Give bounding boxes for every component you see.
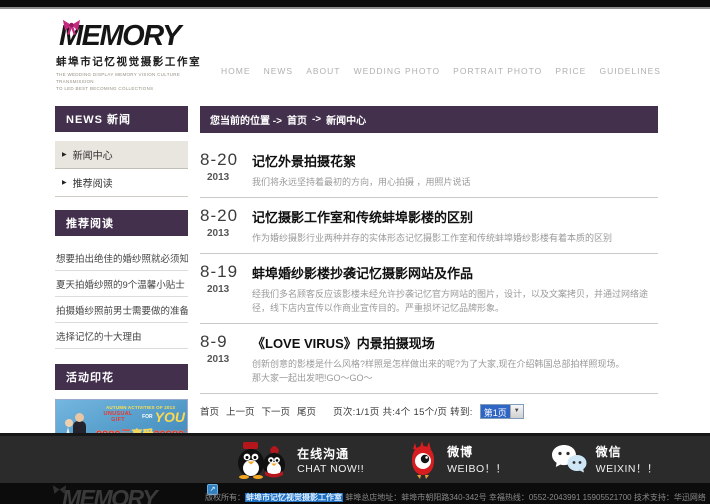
- triangle-icon: ▶: [62, 151, 67, 158]
- recommend-link[interactable]: 选择记忆的十大理由: [55, 323, 188, 349]
- news-title-link[interactable]: 蚌埠婚纱影楼抄袭记忆摄影网站及作品: [252, 263, 654, 282]
- promo-line2: UNUSUAL GIFT FOR YOU: [96, 411, 185, 424]
- nav-guidelines[interactable]: GUIDELINES: [599, 66, 661, 76]
- recommend-link[interactable]: 拍摄婚纱照前男士需要做的准备: [55, 297, 188, 323]
- weixin-title: 微信: [596, 443, 658, 460]
- bride-head: [65, 419, 73, 427]
- weibo-subtitle: WEIBO！！: [447, 461, 507, 476]
- footer-address: 蚌埠总店地址：蚌埠市朝阳路340-342号: [345, 493, 486, 502]
- page-first[interactable]: 首页: [200, 404, 219, 418]
- sidebar-item-news-center[interactable]: ▶ 新闻中心: [55, 141, 188, 169]
- weixin-subtitle: WEIXIN！！: [596, 461, 658, 476]
- news-title-link[interactable]: 记忆摄影工作室和传统蚌埠影楼的区别: [252, 207, 654, 226]
- news-row: 8-20 2013 记忆摄影工作室和传统蚌埠影楼的区别 作为婚纱摄影行业两种并存…: [200, 198, 658, 254]
- news-title-link[interactable]: 记忆外景拍摄花絮: [252, 151, 654, 170]
- sidebar: NEWS 新闻 ▶ 新闻中心 ▶ 推荐阅读 推荐阅读 想要拍出绝佳的婚纱照就必须…: [55, 106, 188, 472]
- news-summary: 作为婚纱摄影行业两种并存的实体形态记忆摄影工作室和传统蚌埠婚纱影楼有着本质的区别: [252, 232, 654, 246]
- chevron-down-icon: ▼: [510, 405, 523, 418]
- page-next[interactable]: 下一页: [262, 404, 291, 418]
- news-summary: 创新创意的影楼是什么风格?样照是怎样做出来的呢?为了大家,现在介绍韩国总部拍样照…: [252, 358, 654, 372]
- news-list: 8-20 2013 记忆外景拍摄花絮 我们将永远坚持着最初的方向，用心拍摄 ，用…: [200, 142, 658, 394]
- main-nav: HOME NEWS ABOUT WEDDING PHOTO PORTRAIT P…: [221, 66, 661, 76]
- social-band: 在线沟通 CHAT NOW!! 微博 WEIBO！！ 微信: [0, 433, 710, 483]
- sidebar-recommend-links: 想要拍出绝佳的婚纱照就必须知 夏天拍婚纱照的9个温馨小贴士 拍摄婚纱照前男士需要…: [55, 245, 188, 349]
- bow-icon: [62, 18, 81, 35]
- breadcrumb-prefix: 您当前的位置 ->: [210, 112, 282, 127]
- sidebar-promo-header: 活动印花: [55, 364, 188, 390]
- page-content: NEWS 新闻 ▶ 新闻中心 ▶ 推荐阅读 推荐阅读 想要拍出绝佳的婚纱照就必须…: [0, 100, 710, 433]
- recommend-link[interactable]: 夏天拍婚纱照的9个温馨小贴士: [55, 271, 188, 297]
- nav-about[interactable]: ABOUT: [306, 66, 340, 76]
- news-row: 8-19 2013 蚌埠婚纱影楼抄袭记忆摄影网站及作品 经我们多名顾客反应该影楼…: [200, 254, 658, 324]
- studio-home-link[interactable]: 蚌埠市记忆视觉摄影工作室: [245, 493, 343, 502]
- news-row: 8-20 2013 记忆外景拍摄花絮 我们将永远坚持着最初的方向，用心拍摄 ，用…: [200, 142, 658, 198]
- page-last[interactable]: 尾页: [297, 404, 316, 418]
- qq-chat-button[interactable]: 在线沟通 CHAT NOW!!: [234, 441, 364, 479]
- footer-hotline: 幸福热线：0552-2043991 15905521700: [489, 493, 632, 502]
- qq-title: 在线沟通: [297, 445, 364, 462]
- page-prev[interactable]: 上一页: [226, 404, 255, 418]
- page-select-dropdown[interactable]: 第1页 ▼: [480, 404, 524, 419]
- triangle-icon: ▶: [62, 179, 67, 186]
- bow-icon: [52, 484, 67, 497]
- logo-tagline: THE WEDDING DISPLAY MEMORY VISION CULTUR…: [56, 72, 216, 92]
- groom-head: [75, 413, 84, 422]
- copyright-label: 版权所有：: [205, 493, 245, 502]
- weibo-icon: [408, 441, 438, 479]
- news-date: 8-19 2013: [200, 262, 252, 316]
- recommend-link[interactable]: 想要拍出绝佳的婚纱照就必须知: [55, 245, 188, 271]
- qq-subtitle: CHAT NOW!!: [297, 463, 364, 475]
- sidebar-item-recommended[interactable]: ▶ 推荐阅读: [55, 169, 188, 197]
- nav-portrait-photo[interactable]: PORTRAIT PHOTO: [453, 66, 542, 76]
- sidebar-news-menu: ▶ 新闻中心 ▶ 推荐阅读: [55, 141, 188, 197]
- sidebar-recommend-header: 推荐阅读: [55, 210, 188, 236]
- site-logo[interactable]: MEMORY 蚌埠市记忆视觉摄影工作室 THE WEDDING DISPLAY …: [56, 22, 216, 92]
- page-info: 页次:1/1页 共:4个 15个/页 转到:: [333, 404, 473, 418]
- weixin-button[interactable]: 微信 WEIXIN！！: [551, 443, 658, 476]
- nav-wedding-photo[interactable]: WEDDING PHOTO: [354, 66, 441, 76]
- breadcrumb-current: 新闻中心: [326, 112, 366, 127]
- weibo-title: 微博: [447, 443, 507, 460]
- nav-home[interactable]: HOME: [221, 66, 251, 76]
- news-date: 8-9 2013: [200, 332, 252, 386]
- qq-penguins-icon: [234, 441, 288, 479]
- news-summary: 我们将永远坚持着最初的方向，用心拍摄 ，用照片说话: [252, 176, 654, 190]
- nav-news[interactable]: NEWS: [264, 66, 294, 76]
- breadcrumb-separator: ->: [312, 114, 321, 125]
- nav-price[interactable]: PRICE: [555, 66, 586, 76]
- footer: MEMORY ↗ 版权所有：蚌埠市记忆视觉摄影工作室 蚌埠总店地址：蚌埠市朝阳路…: [0, 483, 710, 504]
- top-black-bar: [0, 0, 710, 9]
- breadcrumb-home[interactable]: 首页: [287, 112, 307, 127]
- sidebar-news-header: NEWS 新闻: [55, 106, 188, 132]
- weibo-button[interactable]: 微博 WEIBO！！: [408, 441, 507, 479]
- weixin-icon: [551, 444, 587, 476]
- footer-copyright-line: 版权所有：蚌埠市记忆视觉摄影工作室 蚌埠总店地址：蚌埠市朝阳路340-342号 …: [205, 492, 706, 503]
- news-summary: 经我们多名顾客反应该影楼未经允许抄袭记忆官方网站的图片，设计，以及文案拷贝，并通…: [252, 288, 654, 316]
- main-column: 您当前的位置 -> 首页 -> 新闻中心 8-20 2013 记忆外景拍摄花絮 …: [200, 106, 658, 443]
- footer-support: 技术支持：华迅网络: [634, 493, 706, 502]
- news-date: 8-20 2013: [200, 150, 252, 190]
- site-header: MEMORY 蚌埠市记忆视觉摄影工作室 THE WEDDING DISPLAY …: [0, 9, 710, 98]
- breadcrumb: 您当前的位置 -> 首页 -> 新闻中心: [200, 106, 658, 133]
- news-title-link[interactable]: 《LOVE VIRUS》内景拍摄现场: [252, 333, 654, 352]
- news-row: 8-9 2013 《LOVE VIRUS》内景拍摄现场 创新创意的影楼是什么风格…: [200, 324, 658, 394]
- footer-brand-logo: MEMORY: [62, 485, 156, 504]
- news-summary: 那大家一起出发吧!GO～GO～: [252, 372, 654, 386]
- pagination: 首页 上一页 下一页 尾页 页次:1/1页 共:4个 15个/页 转到: 第1页…: [200, 404, 658, 419]
- news-date: 8-20 2013: [200, 206, 252, 246]
- logo-subtitle: 蚌埠市记忆视觉摄影工作室: [56, 54, 216, 69]
